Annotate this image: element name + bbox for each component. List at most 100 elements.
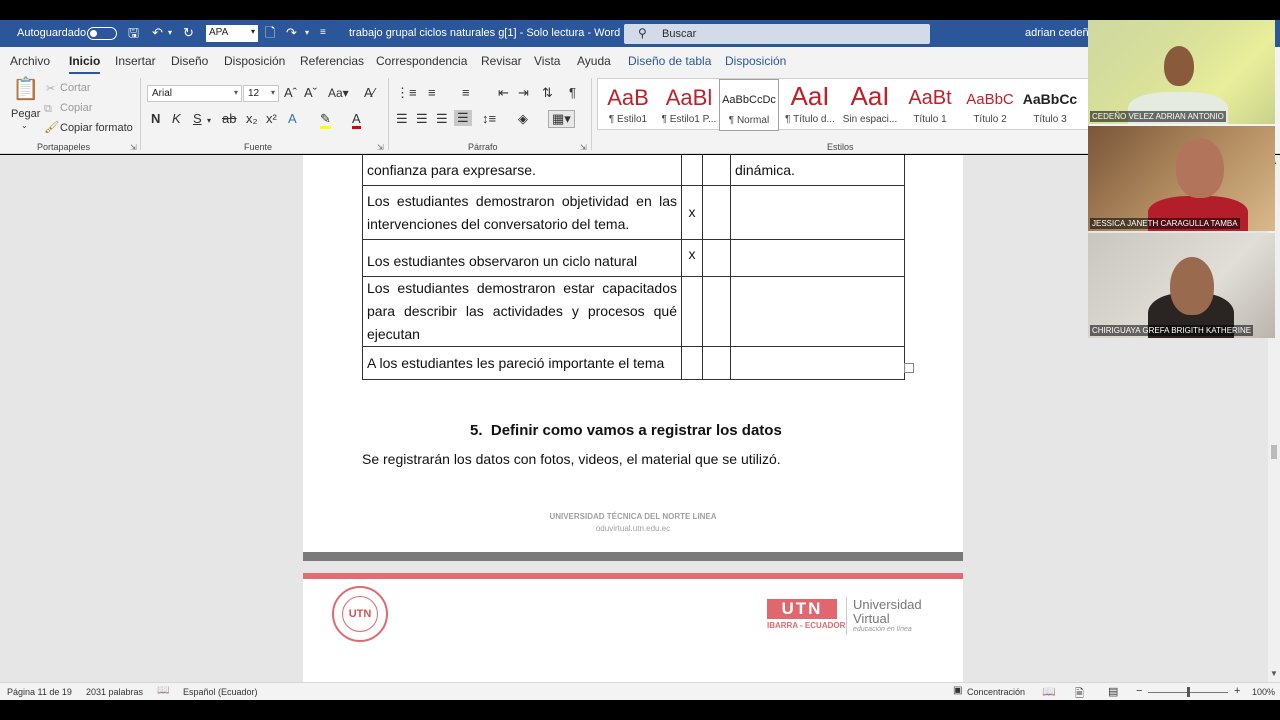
tab-insertar[interactable]: Insertar	[115, 54, 156, 68]
subscript-icon[interactable]: x₂	[246, 112, 258, 126]
table-cell-note[interactable]	[730, 239, 905, 277]
table-cell-criterion[interactable]: Los estudiantes demostraron estar capaci…	[362, 276, 682, 347]
italic-icon[interactable]: K	[172, 112, 181, 126]
table-cell-empty[interactable]	[702, 239, 731, 277]
sort-icon[interactable]: ⇅	[542, 86, 553, 100]
align-center-icon[interactable]: ☰	[416, 112, 428, 126]
borders-icon[interactable]: ▦▾	[548, 110, 575, 128]
style-titulo-3[interactable]: AaBbCc Título 3	[1020, 79, 1080, 131]
scroll-down-icon[interactable]: ▼	[1270, 669, 1278, 678]
zoom-out-icon[interactable]: −	[1136, 685, 1142, 697]
table-cell-mark[interactable]: x	[681, 239, 703, 277]
word-count[interactable]: 2031 palabras	[86, 687, 143, 697]
style-estilo1[interactable]: AaB ¶ Estilo1	[598, 79, 658, 131]
page-count[interactable]: Página 11 de 19	[7, 687, 72, 697]
table-cell-empty[interactable]	[702, 185, 731, 240]
tab-disposicion[interactable]: Disposición	[224, 54, 285, 68]
style-sin-espaciado[interactable]: AaI Sin espaci...	[840, 79, 900, 131]
document-page[interactable]: UTN UTN IBARRA - ECUADOR Universidad Vir…	[303, 573, 963, 682]
style-titulo-2[interactable]: AaBbC Título 2	[960, 79, 1020, 131]
zoom-slider-thumb[interactable]	[1187, 687, 1190, 697]
focus-mode[interactable]: Concentración	[967, 687, 1025, 697]
style-titulo-1[interactable]: AaBt Título 1	[900, 79, 960, 131]
font-size-box[interactable]: 12 ▾	[243, 85, 279, 102]
table-cell-note[interactable]	[730, 185, 905, 240]
table-cell-note[interactable]	[730, 276, 905, 347]
text-effects-icon[interactable]: A	[288, 112, 297, 126]
quick-style-box[interactable]: APA ▾	[206, 25, 258, 42]
table-row[interactable]: Los estudiantes demostraron objetividad …	[362, 185, 905, 240]
bold-icon[interactable]: N	[151, 112, 160, 126]
table-row[interactable]: A los estudiantes les pareció importante…	[362, 346, 905, 380]
copy-button[interactable]: Copiar	[60, 102, 92, 114]
proofing-icon[interactable]: 📖	[157, 685, 169, 696]
underline-icon[interactable]: S	[193, 112, 202, 126]
table-cell-mark[interactable]	[681, 155, 703, 186]
touch-mode-icon[interactable]: ↷	[286, 25, 297, 41]
shading-icon[interactable]: ◈	[518, 112, 528, 126]
shrink-font-icon[interactable]: Aˇ	[304, 86, 317, 100]
table-cell-note[interactable]	[730, 346, 905, 380]
clipboard-launcher-icon[interactable]: ⇲	[130, 143, 137, 152]
document-page[interactable]: confianza para expresarse. dinámica. Los…	[303, 155, 963, 552]
clear-format-icon[interactable]: A⁄	[364, 86, 375, 100]
style-estilo1-p[interactable]: AaBl ¶ Estilo1 P...	[659, 79, 719, 131]
undo-icon[interactable]: ↶	[152, 25, 163, 41]
participant-video-tile[interactable]: CEDEÑO VELEZ ADRIAN ANTONIO	[1088, 20, 1275, 124]
zoom-in-icon[interactable]: +	[1234, 685, 1240, 697]
save-icon[interactable]: 🖫	[128, 25, 139, 41]
table-resize-handle[interactable]	[904, 363, 914, 373]
grow-font-icon[interactable]: Aˆ	[284, 86, 297, 100]
table-cell-empty[interactable]	[702, 276, 731, 347]
participant-video-tile[interactable]: CHIRIGUAYA GREFA BRIGITH KATHERINE	[1088, 233, 1275, 338]
table-cell-criterion[interactable]: confianza para expresarse.	[362, 155, 682, 186]
search-box[interactable]: ⚲ Buscar	[624, 24, 930, 44]
align-right-icon[interactable]: ☰	[436, 112, 448, 126]
font-launcher-icon[interactable]: ⇲	[377, 143, 384, 152]
line-spacing-icon[interactable]: ↕≡	[482, 112, 496, 126]
undo-dropdown-icon[interactable]: ▾	[168, 25, 172, 41]
table-cell-mark[interactable]	[681, 276, 703, 347]
document-canvas[interactable]: confianza para expresarse. dinámica. Los…	[0, 155, 1268, 682]
format-painter-button[interactable]: Copiar formato	[60, 122, 133, 134]
tab-diseno[interactable]: Diseño	[171, 54, 208, 68]
table-row[interactable]: Los estudiantes demostraron estar capaci…	[362, 276, 905, 347]
numbering-icon[interactable]: ≡	[428, 86, 436, 100]
touch-dropdown-icon[interactable]: ▾	[305, 25, 309, 41]
paragraph-launcher-icon[interactable]: ⇲	[580, 143, 587, 152]
tab-diseno-de-tabla[interactable]: Diseño de tabla	[628, 54, 711, 68]
strikethrough-icon[interactable]: ab	[222, 112, 236, 126]
increase-indent-icon[interactable]: ⇥	[518, 86, 529, 100]
scroll-thumb[interactable]	[1271, 445, 1277, 459]
customize-toolbar-icon[interactable]: ≡	[320, 25, 326, 41]
table-row[interactable]: Los estudiantes observaron un ciclo natu…	[362, 239, 905, 277]
tab-inicio[interactable]: Inicio	[69, 54, 101, 74]
decrease-indent-icon[interactable]: ⇤	[498, 86, 509, 100]
focus-icon[interactable]: ▣	[953, 685, 962, 696]
table-cell-note[interactable]: dinámica.	[730, 155, 905, 186]
user-name[interactable]: adrian cedeño	[1025, 27, 1095, 39]
tab-correspondencia[interactable]: Correspondencia	[376, 54, 467, 68]
table-cell-criterion[interactable]: Los estudiantes observaron un ciclo natu…	[362, 239, 682, 277]
paste-button[interactable]: Pegar	[11, 108, 40, 120]
style-normal[interactable]: AaBbCcDc ¶ Normal	[719, 79, 779, 131]
autosave-toggle[interactable]	[87, 27, 117, 40]
highlight-icon[interactable]: ✎	[320, 112, 331, 129]
justify-icon[interactable]: ☰	[454, 110, 472, 126]
table-cell-mark[interactable]: x	[681, 185, 703, 240]
table-cell-criterion[interactable]: Los estudiantes demostraron objetividad …	[362, 185, 682, 240]
tab-referencias[interactable]: Referencias	[300, 54, 364, 68]
tab-archivo[interactable]: Archivo	[10, 54, 50, 68]
cut-button[interactable]: Cortar	[60, 82, 91, 94]
paste-dropdown-icon[interactable]: ⌄	[21, 121, 28, 130]
new-doc-icon[interactable]: 🗋	[265, 25, 275, 41]
zoom-level[interactable]: 100%	[1252, 687, 1275, 697]
align-left-icon[interactable]: ☰	[396, 112, 408, 126]
font-name-box[interactable]: Arial ▾	[147, 85, 242, 102]
tab-disposicion-tabla[interactable]: Disposición	[725, 54, 786, 68]
table-cell-empty[interactable]	[702, 346, 731, 380]
style-titulo-documento[interactable]: AaI ¶ Título d...	[780, 79, 840, 131]
web-layout-icon[interactable]: ▤	[1108, 685, 1118, 698]
participant-video-tile[interactable]: JESSICA JANETH CARAGULLA TAMBA	[1088, 126, 1275, 231]
redo-icon[interactable]: ↻	[183, 25, 194, 41]
